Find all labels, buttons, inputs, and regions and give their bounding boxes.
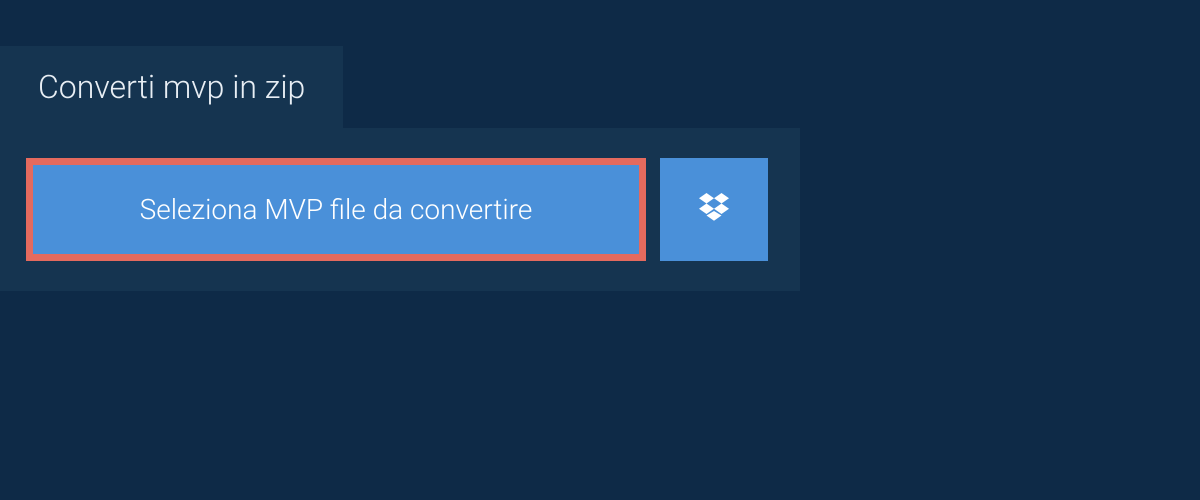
tab-title: Converti mvp in zip	[38, 68, 305, 106]
button-row: Seleziona MVP file da convertire	[26, 158, 774, 261]
convert-panel: Seleziona MVP file da convertire	[0, 128, 800, 291]
tab-convert[interactable]: Converti mvp in zip	[0, 46, 343, 128]
dropbox-icon	[696, 190, 732, 230]
select-file-label: Seleziona MVP file da convertire	[140, 193, 533, 226]
dropbox-button[interactable]	[660, 158, 768, 261]
select-file-button[interactable]: Seleziona MVP file da convertire	[26, 158, 646, 261]
